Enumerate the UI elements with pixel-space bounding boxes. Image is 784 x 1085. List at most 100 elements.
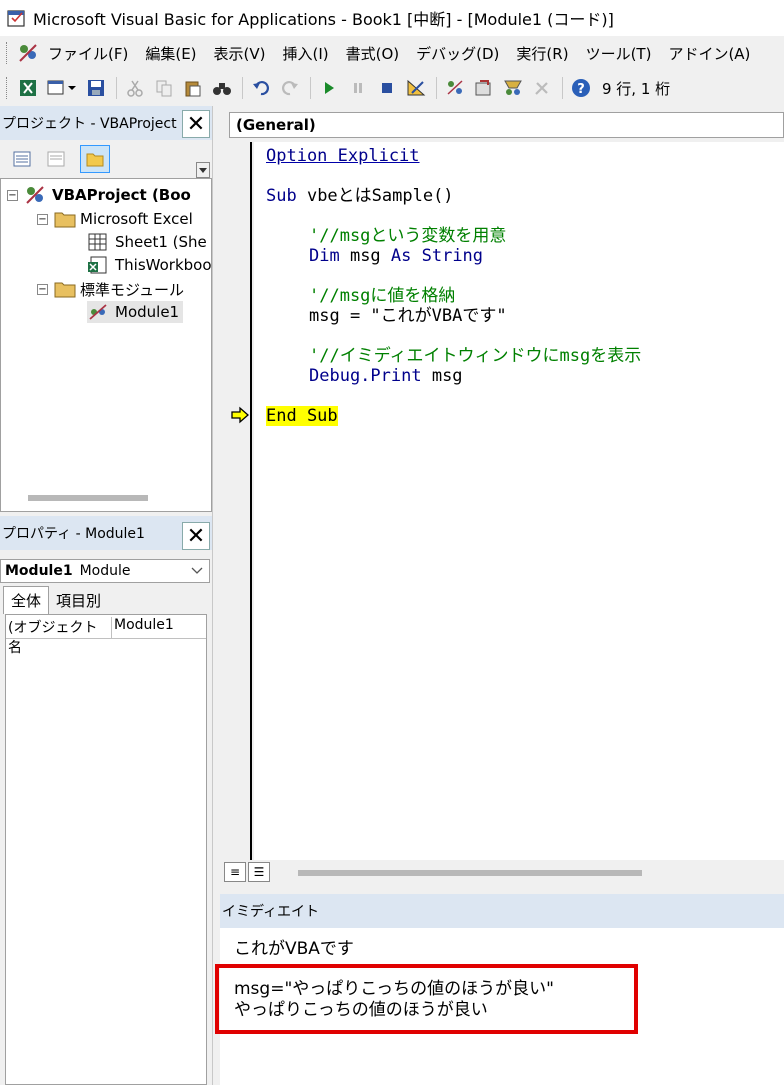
procedure-view-icon: ≡	[229, 865, 241, 879]
toolbox-icon	[535, 82, 548, 95]
redo-button[interactable]	[278, 76, 302, 100]
collapse-toggle[interactable]: −	[7, 189, 18, 201]
menu-view[interactable]: 表示(V)	[214, 43, 266, 64]
project-tree: − VBAProject (Boo − Microsoft Excel Shee…	[0, 178, 212, 512]
menu-addins[interactable]: アドイン(A)	[668, 43, 750, 64]
break-button[interactable]	[346, 76, 370, 100]
toolbar-separator	[436, 77, 437, 99]
code-text: msg	[431, 366, 463, 386]
pause-icon	[354, 83, 362, 93]
binoculars-icon	[213, 83, 231, 95]
properties-pane-close-button[interactable]: ✕	[182, 522, 210, 550]
insert-userform-button[interactable]	[45, 76, 79, 100]
properties-pane-header: プロパティ - Module1	[0, 516, 212, 550]
properties-icon	[475, 80, 491, 96]
module-icon	[89, 304, 107, 320]
menu-format[interactable]: 書式(O)	[346, 43, 400, 64]
object-name: Module1	[5, 563, 73, 579]
immediate-line: これがVBAです	[234, 939, 354, 959]
code-line-5: '//msgに値を格納	[309, 286, 456, 306]
code-editor[interactable]: Option Explicit Sub vbeとはSample() '//msg…	[254, 142, 784, 860]
reset-button[interactable]	[375, 76, 399, 100]
tab-categorized[interactable]: 項目別	[49, 587, 108, 614]
undo-icon	[253, 80, 269, 96]
tree-label: Sheet1 (She	[115, 233, 207, 251]
design-mode-button[interactable]	[404, 76, 428, 100]
copy-button[interactable]	[152, 76, 176, 100]
menu-file[interactable]: ファイル(F)	[48, 43, 128, 64]
tab-alphabetic[interactable]: 全体	[3, 586, 50, 614]
redo-icon	[282, 80, 298, 96]
code-text: msg	[349, 246, 391, 266]
menu-run[interactable]: 実行(R)	[516, 43, 568, 64]
procedure-view-button[interactable]: ≡	[224, 862, 246, 882]
menu-insert[interactable]: 挿入(I)	[283, 43, 329, 64]
undo-button[interactable]	[249, 76, 273, 100]
collapse-toggle[interactable]: −	[37, 213, 48, 225]
save-button[interactable]	[84, 76, 108, 100]
immediate-pane-title: イミディエイト	[222, 904, 320, 920]
project-hscroll-thumb[interactable]	[28, 495, 148, 501]
vba-menu-icon[interactable]	[16, 41, 40, 65]
menu-bar: ファイル(F) 編集(E) 表示(V) 挿入(I) 書式(O) デバッグ(D) …	[0, 36, 784, 70]
find-button[interactable]	[210, 76, 234, 100]
tree-node-vbaproject[interactable]: − VBAProject (Boo	[7, 184, 191, 206]
code-line-9: End Sub	[266, 405, 338, 427]
project-pane-close-button[interactable]: ✕	[182, 110, 210, 138]
standard-toolbar: ? 9 行, 1 桁	[0, 70, 784, 106]
run-button[interactable]	[317, 76, 341, 100]
toggle-folders-button[interactable]	[80, 145, 110, 173]
tree-label: Microsoft Excel	[80, 210, 193, 228]
project-pane-toolbar	[0, 140, 212, 178]
excel-icon	[20, 80, 36, 96]
toolbar-grip[interactable]	[6, 77, 10, 99]
cursor-position: 9 行, 1 桁	[602, 79, 671, 98]
menu-edit[interactable]: 編集(E)	[145, 43, 196, 64]
help-button[interactable]: ?	[569, 76, 593, 100]
code-margin-indicator-bar[interactable]	[220, 142, 252, 860]
project-explorer-button[interactable]	[443, 76, 467, 100]
cut-button[interactable]	[123, 76, 147, 100]
collapse-toggle[interactable]: −	[37, 283, 48, 295]
properties-tabs: 全体 項目別	[0, 586, 212, 614]
menubar-grip[interactable]	[6, 42, 10, 64]
pane-splitter[interactable]	[212, 106, 220, 1085]
object-type: Module	[79, 563, 131, 579]
view-excel-button[interactable]	[16, 76, 40, 100]
tree-node-module1[interactable]: Module1	[87, 301, 184, 323]
cut-icon	[127, 80, 143, 97]
code-hscroll-thumb[interactable]	[298, 870, 642, 876]
properties-window-button[interactable]	[472, 76, 496, 100]
project-explorer-icon	[447, 80, 463, 95]
full-module-view-button[interactable]: ☰	[248, 862, 270, 882]
worksheet-icon	[88, 233, 107, 251]
menu-debug[interactable]: デバッグ(D)	[416, 43, 499, 64]
chevron-down-icon	[191, 567, 203, 574]
tree-node-thisworkbook[interactable]: ThisWorkboo	[87, 254, 211, 276]
property-row[interactable]: (オブジェクト名 Module1	[6, 617, 206, 656]
object-select[interactable]: Module1 Module	[0, 559, 210, 583]
object-browser-button[interactable]	[501, 76, 525, 100]
object-dropdown[interactable]: (General)	[229, 112, 784, 138]
tree-node-excel-objects[interactable]: − Microsoft Excel	[37, 208, 193, 230]
project-pane-title: プロジェクト - VBAProject	[2, 116, 177, 132]
tree-node-sheet1[interactable]: Sheet1 (She	[87, 231, 207, 253]
close-icon: ✕	[186, 523, 206, 549]
folder-icon	[54, 212, 76, 228]
paste-button[interactable]	[181, 76, 205, 100]
help-icon: ?	[572, 79, 590, 97]
view-object-button[interactable]	[44, 147, 68, 171]
view-code-button[interactable]	[10, 147, 34, 171]
tree-node-standard-modules[interactable]: − 標準モジュール	[37, 278, 184, 300]
property-value[interactable]: Module1	[112, 617, 206, 639]
toolbar-separator	[562, 77, 563, 99]
svg-text:?: ?	[577, 82, 585, 97]
code-line-6: msg = "これがVBAです"	[309, 306, 507, 326]
code-keyword: Debug.Print	[309, 366, 432, 386]
toolbox-button[interactable]	[530, 76, 554, 100]
menu-tools[interactable]: ツール(T)	[586, 43, 652, 64]
project-scroll-down-button[interactable]	[196, 162, 210, 178]
code-keyword: Sub	[266, 186, 307, 206]
userform-icon	[47, 80, 76, 95]
window-title: Microsoft Visual Basic for Applications …	[33, 10, 614, 29]
